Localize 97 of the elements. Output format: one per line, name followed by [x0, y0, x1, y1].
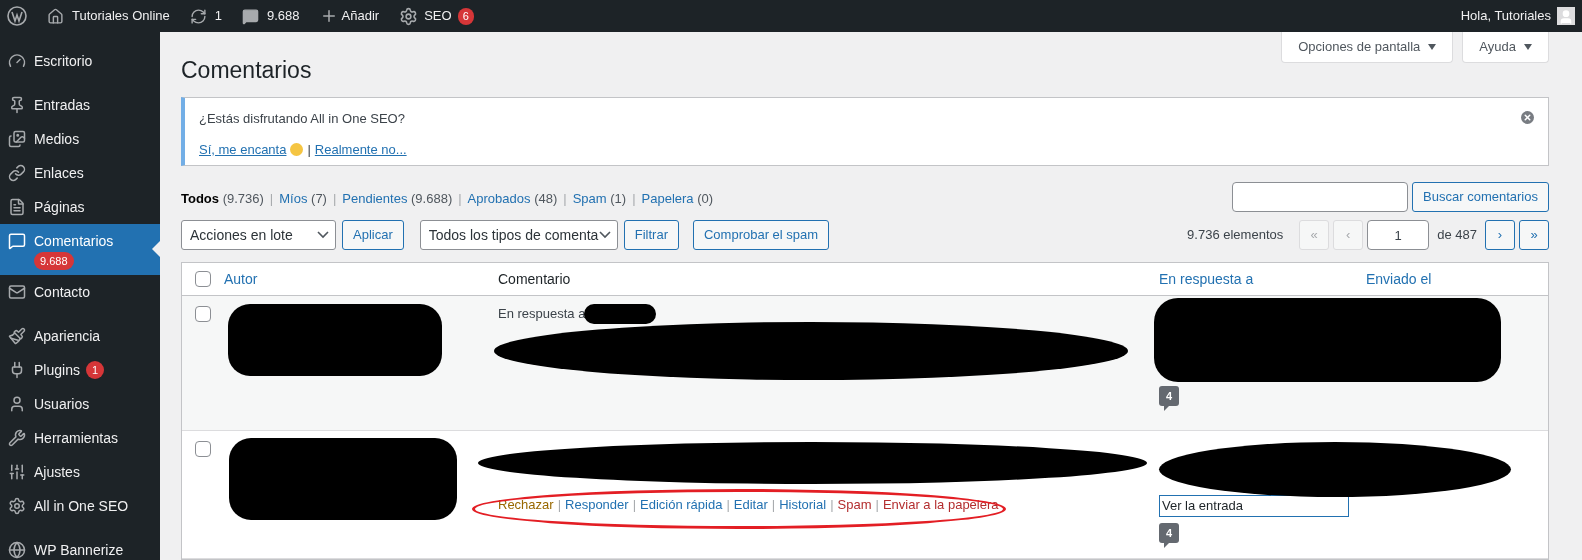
pages-icon: [8, 198, 26, 216]
row-action-link[interactable]: Historial: [779, 495, 827, 515]
sidebar-item[interactable]: Comentarios 9.688: [0, 224, 160, 275]
wrench-icon: [8, 429, 26, 447]
separator-text: |: [632, 496, 637, 514]
apply-button[interactable]: Aplicar: [342, 220, 404, 250]
user-icon: [8, 395, 26, 413]
gear-icon: [8, 497, 26, 515]
site-name-link[interactable]: Tutoriales Online: [72, 6, 170, 26]
sidebar-item[interactable]: Entradas: [0, 88, 160, 122]
column-header[interactable]: Enviado el: [1366, 268, 1432, 290]
screen-tab-button[interactable]: Ayuda: [1462, 32, 1549, 63]
current-menu-pointer: [152, 241, 160, 257]
globe-icon: [8, 541, 26, 559]
wordpress-logo-icon[interactable]: [7, 6, 27, 26]
row-action-link[interactable]: Editar: [733, 495, 768, 515]
separator-text: |: [332, 189, 337, 208]
close-icon[interactable]: [1521, 111, 1534, 124]
brush-icon: [8, 327, 26, 345]
search-field[interactable]: [1232, 182, 1409, 212]
sidebar-item[interactable]: Usuarios: [0, 387, 160, 421]
view-filter-link[interactable]: Papelera (0): [641, 188, 714, 208]
separator-text: |: [771, 496, 776, 514]
row-action-link[interactable]: Spam: [837, 495, 872, 515]
filter-button[interactable]: Filtrar: [623, 220, 679, 250]
seo-menu-link[interactable]: SEO: [424, 6, 452, 26]
view-filter-link[interactable]: Todos (9.736): [181, 188, 264, 208]
comments-icon: [242, 7, 260, 25]
comment-icon: [8, 232, 26, 250]
sidebar-item[interactable]: Herramientas: [0, 421, 160, 455]
column-header: Comentario: [498, 269, 572, 289]
mail-icon: [8, 283, 26, 301]
smiley-icon: [290, 142, 304, 156]
media-icon: [8, 130, 26, 148]
page-total: de 487: [1437, 226, 1477, 245]
row-action-link[interactable]: Rechazar: [498, 495, 554, 515]
page-number-field[interactable]: 1: [1367, 220, 1430, 250]
view-filter-link[interactable]: Aprobados (48): [467, 188, 558, 208]
separator-text: |: [830, 496, 834, 514]
sliders-icon: [8, 463, 26, 481]
view-filter-link[interactable]: Spam (1): [572, 188, 627, 208]
updates-count[interactable]: 1: [214, 6, 223, 26]
page-title: Comentarios: [181, 56, 313, 85]
chevron-icon: [598, 231, 611, 239]
column-header[interactable]: Autor: [224, 268, 498, 290]
select-all-checkbox[interactable]: [195, 271, 211, 287]
row-action-link[interactable]: Edición rápida: [640, 495, 723, 515]
item-count: 9.736 elementos: [1187, 226, 1284, 245]
view-filter-link[interactable]: Pendientes (9.688): [342, 188, 453, 208]
bulk-actions-select[interactable]: Acciones en lote: [181, 220, 336, 250]
pin-icon: [8, 96, 26, 114]
sidebar-item[interactable]: Enlaces: [0, 156, 160, 190]
separator-text: |: [557, 496, 562, 514]
seo-gear-icon: [399, 6, 419, 26]
separator-text: |: [632, 189, 636, 208]
comment-type-select[interactable]: Todos los tipos de comenta: [419, 220, 618, 250]
sidebar-item[interactable]: Contacto: [0, 275, 160, 309]
no-link[interactable]: Realmente no...: [314, 139, 407, 159]
separator-text: |: [726, 496, 730, 514]
separator-text: |: [458, 189, 462, 208]
yes-link[interactable]: Sí, me encanta: [199, 139, 287, 159]
reply-to-text: En respuesta a: [498, 305, 586, 323]
row-action-link[interactable]: Enviar a la papelera: [882, 495, 999, 515]
page-nav-button[interactable]: ›: [1485, 220, 1515, 250]
separator-text: |: [269, 189, 274, 208]
separator-text: |: [563, 189, 567, 208]
row-action-link[interactable]: Responder: [565, 495, 629, 515]
check-spam-button[interactable]: Comprobar el spam: [692, 220, 830, 250]
sidebar-item[interactable]: Plugins 1: [0, 353, 160, 387]
comments-count[interactable]: 9.688: [267, 6, 300, 26]
row-checkbox[interactable]: [195, 441, 211, 457]
notice-text: ¿Estás disfrutando All in One SEO?: [199, 110, 405, 128]
seo-badge: 6: [457, 7, 474, 25]
sidebar-item[interactable]: Ajustes: [0, 455, 160, 489]
sidebar-item[interactable]: All in One SEO: [0, 489, 160, 523]
dashboard-icon: [8, 52, 26, 70]
page-nav-button[interactable]: »: [1519, 220, 1549, 250]
column-header[interactable]: En respuesta a: [1159, 268, 1366, 290]
sidebar-item[interactable]: Páginas: [0, 190, 160, 224]
sidebar-item[interactable]: Escritorio: [0, 44, 160, 78]
add-new-link[interactable]: Añadir: [341, 6, 380, 26]
home-icon: [47, 7, 64, 25]
sidebar-item[interactable]: Apariencia: [0, 319, 160, 353]
count-badge: 1: [85, 361, 105, 379]
sidebar-item[interactable]: WP Bannerize: [0, 533, 160, 560]
greeting-link[interactable]: Hola, Tutoriales: [1460, 6, 1551, 26]
separator-text: |: [307, 140, 311, 159]
search-button[interactable]: Buscar comentarios: [1412, 182, 1549, 212]
separator-text: |: [875, 496, 879, 514]
count-badge: 9.688: [34, 252, 74, 270]
view-filter-link[interactable]: Míos (7): [279, 188, 327, 208]
screen-tab-button[interactable]: Opciones de pantalla: [1281, 32, 1454, 63]
row-checkbox[interactable]: [195, 306, 211, 322]
chevron-icon: [317, 231, 329, 239]
sidebar-item[interactable]: Medios: [0, 122, 160, 156]
link-icon: [8, 164, 26, 182]
updates-icon: [189, 7, 207, 25]
